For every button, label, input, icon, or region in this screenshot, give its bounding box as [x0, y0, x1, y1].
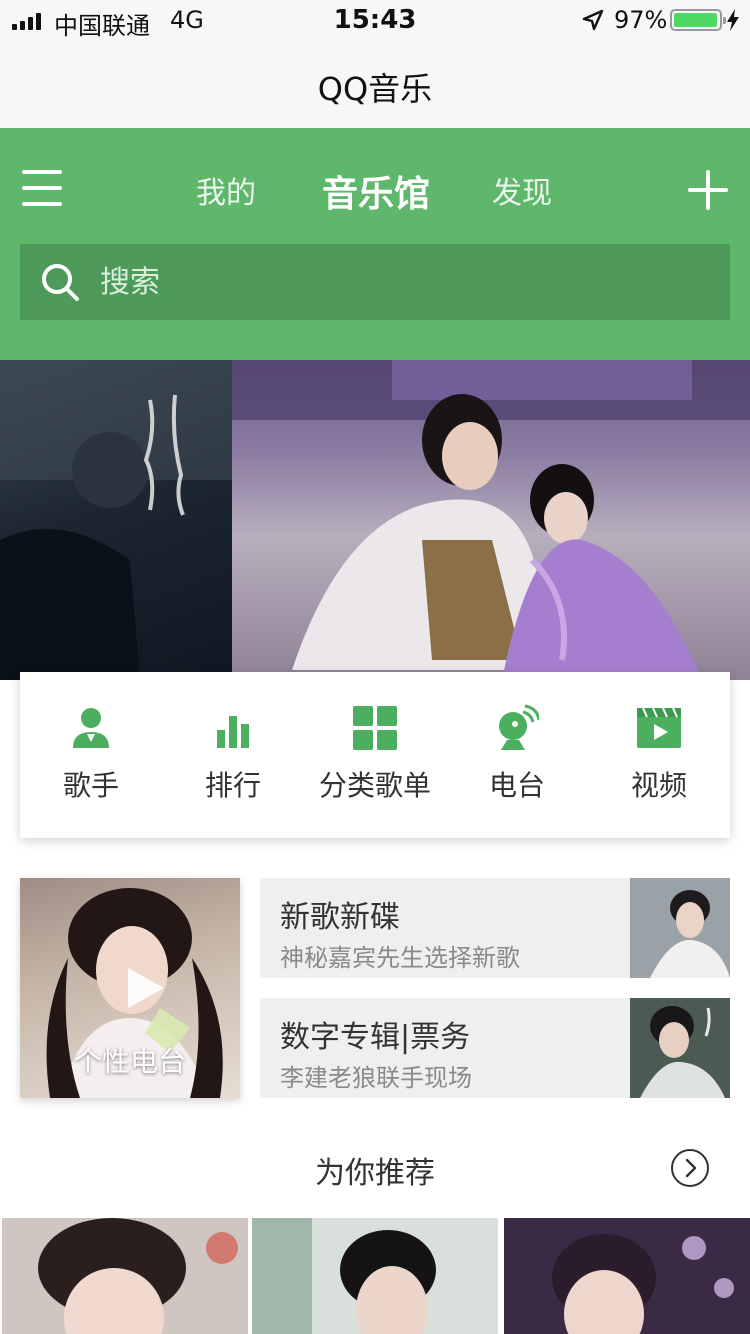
shortcut-radio[interactable]: 电台 — [446, 672, 588, 838]
promo-thumbnail — [630, 998, 730, 1098]
shortcut-video[interactable]: 视频 — [588, 672, 730, 838]
tab-mine[interactable]: 我的 — [196, 168, 256, 212]
app-title-bar: QQ音乐 — [0, 40, 750, 128]
app-title: QQ音乐 — [317, 70, 433, 108]
poster-artwork — [0, 360, 232, 680]
personal-radio-label: 个性电台 — [73, 1045, 186, 1078]
menu-button[interactable] — [22, 170, 62, 206]
shortcut-singer[interactable]: 歌手 — [20, 672, 162, 838]
video-icon — [637, 707, 681, 748]
shortcut-label: 歌手 — [62, 769, 119, 802]
battery-percent: 97% — [614, 6, 668, 34]
main-header: 我的 音乐馆 发现 — [0, 128, 750, 360]
promo-new-songs[interactable]: 新歌新碟 神秘嘉宾先生选择新歌 — [260, 878, 730, 978]
charging-bolt-icon — [727, 9, 739, 31]
banner-poster-image — [0, 360, 232, 680]
banner-still-image — [232, 360, 750, 680]
chart-icon — [217, 716, 249, 748]
recommend-card[interactable] — [504, 1218, 750, 1334]
shortcut-label: 电台 — [488, 769, 545, 802]
search-icon — [42, 264, 79, 301]
personal-radio-tile[interactable]: 个性电台 — [20, 878, 240, 1098]
shortcut-label: 排行 — [204, 769, 261, 802]
promo-title: 数字专辑|票务 — [280, 1020, 471, 1055]
shortcut-label: 视频 — [630, 769, 687, 802]
battery-icon — [670, 9, 726, 31]
shortcut-playlists[interactable]: 分类歌单 — [304, 672, 446, 838]
promo-subtitle: 神秘嘉宾先生选择新歌 — [280, 944, 520, 972]
recommend-card[interactable] — [252, 1218, 498, 1334]
recommend-cover — [504, 1218, 750, 1334]
banner-carousel[interactable] — [0, 360, 750, 680]
promo-subtitle: 李建老狼联手现场 — [280, 1064, 472, 1092]
recommend-cover — [252, 1218, 498, 1334]
radio-icon — [499, 704, 539, 750]
banner-artwork — [232, 360, 750, 680]
status-bar: 中国联通 4G 15:43 97% — [0, 0, 750, 40]
promo-thumbnail — [630, 878, 730, 978]
recommend-card[interactable] — [2, 1218, 248, 1334]
chevron-right-icon[interactable] — [670, 1148, 710, 1188]
recommend-cover — [2, 1218, 248, 1334]
shortcut-label: 分类歌单 — [318, 769, 431, 802]
search-bar[interactable] — [20, 244, 730, 320]
add-button[interactable] — [688, 170, 728, 210]
location-arrow-icon — [582, 9, 604, 31]
grid-icon — [353, 706, 397, 750]
shortcut-ranking[interactable]: 排行 — [162, 672, 304, 838]
promo-digital-album[interactable]: 数字专辑|票务 李建老狼联手现场 — [260, 998, 730, 1098]
shortcut-card: 歌手 排行 分类歌单 电台 视频 — [20, 672, 730, 838]
promo-title: 新歌新碟 — [280, 900, 400, 935]
singer-icon — [73, 708, 109, 748]
tab-music-hall[interactable]: 音乐馆 — [322, 165, 430, 217]
battery-level — [674, 13, 717, 27]
play-icon[interactable] — [124, 964, 168, 1012]
tab-discover[interactable]: 发现 — [492, 168, 552, 212]
recommend-title: 为你推荐 — [315, 1156, 435, 1191]
search-input[interactable] — [100, 244, 700, 320]
